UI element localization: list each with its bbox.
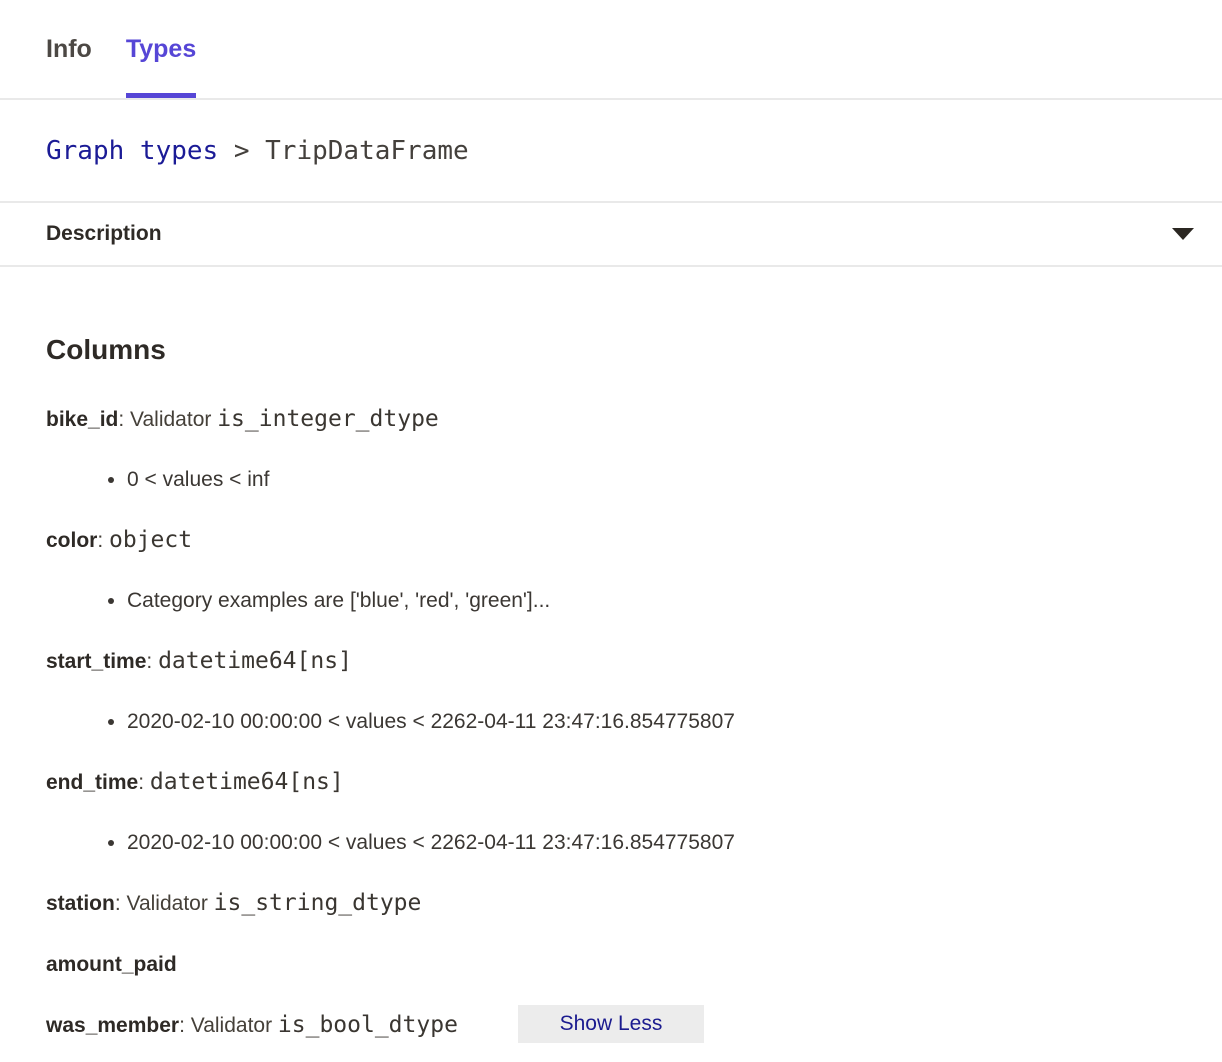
- column-prefix: :: [97, 529, 109, 552]
- column-name: start_time: [46, 650, 146, 673]
- column-entry-station: station: Validator is_string_dtype: [46, 889, 1176, 918]
- column-entry-amount-paid: amount_paid: [46, 950, 1176, 979]
- breadcrumb-current: TripDataFrame: [265, 136, 469, 166]
- breadcrumb-separator: >: [218, 136, 265, 166]
- column-prefix: :: [146, 650, 158, 673]
- tab-types-label: Types: [126, 35, 196, 64]
- tab-info-label: Info: [46, 35, 92, 64]
- column-name: end_time: [46, 771, 138, 794]
- columns-heading: Columns: [46, 331, 1176, 369]
- column-constraints: 0 < values < inf: [46, 466, 1176, 494]
- types-page: Info Types Graph types > TripDataFrame D…: [0, 0, 1222, 1062]
- column-entry-end-time: end_time: datetime64[ns]: [46, 768, 1176, 797]
- column-name: station: [46, 892, 115, 915]
- breadcrumb: Graph types > TripDataFrame: [0, 100, 1222, 203]
- column-prefix: : Validator: [179, 1014, 278, 1037]
- column-prefix: :: [138, 771, 150, 794]
- tab-info[interactable]: Info: [46, 0, 92, 98]
- column-name: was_member: [46, 1014, 179, 1037]
- description-toggle[interactable]: Description: [0, 203, 1222, 267]
- chevron-down-icon[interactable]: [1172, 228, 1194, 240]
- column-entry-bike-id: bike_id: Validator is_integer_dtype: [46, 405, 1176, 434]
- show-less-button[interactable]: Show Less: [518, 1005, 704, 1043]
- column-name: color: [46, 529, 97, 552]
- column-type: is_bool_dtype: [278, 1012, 458, 1038]
- column-name: bike_id: [46, 408, 118, 431]
- column-type: datetime64[ns]: [158, 648, 352, 674]
- column-type: object: [109, 527, 192, 553]
- column-entry-color: color: object: [46, 526, 1176, 555]
- description-title: Description: [46, 222, 162, 246]
- column-prefix: : Validator: [118, 408, 217, 431]
- column-name: amount_paid: [46, 953, 177, 976]
- constraint-item: 2020-02-10 00:00:00 < values < 2262-04-1…: [127, 829, 1176, 857]
- column-prefix: : Validator: [115, 892, 214, 915]
- constraint-item: 0 < values < inf: [127, 466, 1176, 494]
- tab-types[interactable]: Types: [126, 0, 196, 98]
- columns-section: Columns bike_id: Validator is_integer_dt…: [0, 331, 1222, 1040]
- constraint-item: 2020-02-10 00:00:00 < values < 2262-04-1…: [127, 708, 1176, 736]
- constraint-item: Category examples are ['blue', 'red', 'g…: [127, 587, 1176, 615]
- column-constraints: 2020-02-10 00:00:00 < values < 2262-04-1…: [46, 708, 1176, 736]
- column-type: datetime64[ns]: [150, 769, 344, 795]
- column-constraints: 2020-02-10 00:00:00 < values < 2262-04-1…: [46, 829, 1176, 857]
- column-type: is_integer_dtype: [217, 406, 439, 432]
- column-type: is_string_dtype: [214, 890, 422, 916]
- tab-bar: Info Types: [0, 0, 1222, 100]
- column-entry-start-time: start_time: datetime64[ns]: [46, 647, 1176, 676]
- column-constraints: Category examples are ['blue', 'red', 'g…: [46, 587, 1176, 615]
- breadcrumb-parent-link[interactable]: Graph types: [46, 136, 218, 166]
